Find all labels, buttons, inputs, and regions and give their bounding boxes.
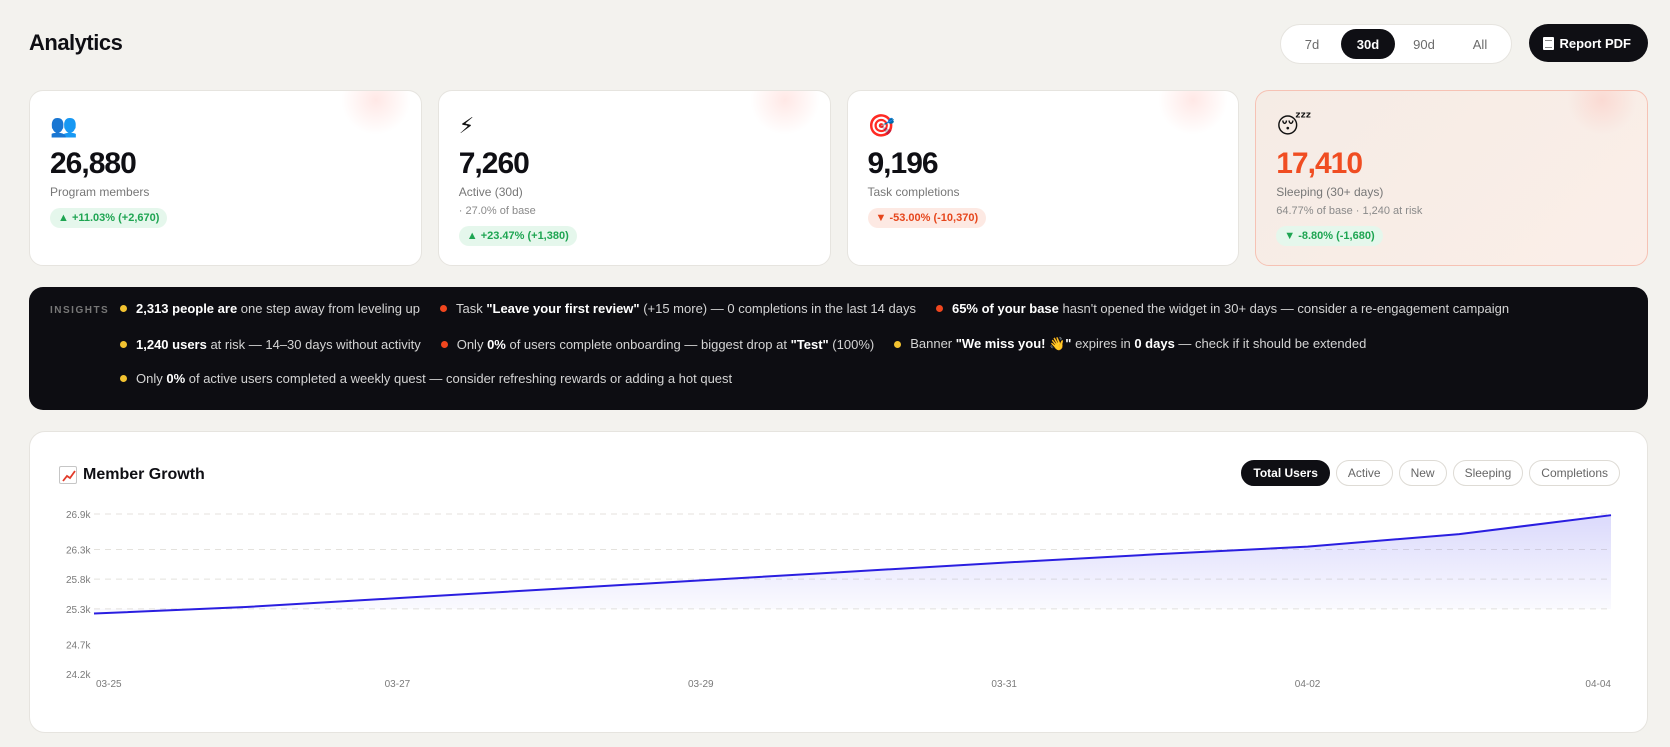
date-range-selector: 7d 30d 90d All bbox=[1280, 24, 1512, 64]
y-tick-label: 24.7k bbox=[66, 640, 91, 651]
y-tick-label: 26.3k bbox=[66, 546, 91, 557]
severity-dot-icon bbox=[120, 375, 127, 382]
x-tick-label: 03-25 bbox=[96, 679, 122, 690]
insight-text: Only 0% of users complete onboarding — b… bbox=[456, 336, 875, 352]
insight-item[interactable]: 1,240 users at risk — 14–30 days without… bbox=[120, 336, 421, 352]
tab-total-users[interactable]: Total Users bbox=[1241, 460, 1330, 486]
y-tick-label: 25.3k bbox=[66, 605, 91, 616]
member-growth-title-text: Member Growth bbox=[83, 466, 205, 483]
severity-dot-icon bbox=[894, 340, 902, 348]
x-tick-label: 03-29 bbox=[688, 679, 714, 690]
card-active[interactable]: ⚡ 7,260 Active (30d) · 27.0% of base ▲ +… bbox=[437, 90, 831, 266]
card-sleeping[interactable]: 😴 17,410 Sleeping (30+ days) 64.77% of b… bbox=[1255, 90, 1648, 266]
document-icon bbox=[1542, 36, 1554, 50]
card-value: 7,260 bbox=[458, 147, 530, 180]
card-subtext: 64.77% of base · 1,240 at risk bbox=[1276, 205, 1423, 217]
insight-item[interactable]: 2,313 people are one step away from leve… bbox=[120, 301, 420, 316]
card-value: 17,410 bbox=[1276, 147, 1363, 180]
card-value: 26,880 bbox=[50, 147, 137, 180]
insight-text: 2,313 people are one step away from leve… bbox=[136, 301, 420, 316]
card-subtext: · 27.0% of base bbox=[458, 205, 536, 217]
insight-text: 1,240 users at risk — 14–30 days without… bbox=[136, 336, 421, 352]
range-option-7d[interactable]: 7d bbox=[1285, 29, 1339, 59]
insight-item[interactable]: Only 0% of users complete onboarding — b… bbox=[440, 336, 875, 352]
y-tick-label: 24.2k bbox=[66, 670, 91, 681]
severity-dot-icon bbox=[440, 340, 448, 348]
insights-panel: INSIGHTS 2,313 people are one step away … bbox=[29, 287, 1648, 410]
delta-badge: ▼ -53.00% (-10,370) bbox=[867, 208, 987, 228]
range-option-all[interactable]: All bbox=[1453, 29, 1507, 59]
x-tick-label: 03-27 bbox=[385, 679, 411, 690]
busts-in-silhouette-icon: 👥 bbox=[50, 113, 78, 138]
range-option-90d[interactable]: 90d bbox=[1397, 29, 1451, 59]
insight-text: Task "Leave your first review" (+15 more… bbox=[456, 301, 916, 316]
insights-title: INSIGHTS bbox=[50, 305, 110, 316]
x-tick-label: 03-31 bbox=[991, 679, 1017, 690]
card-label: Program members bbox=[50, 185, 150, 199]
y-tick-label: 25.8k bbox=[66, 575, 91, 586]
sleeping-face-icon: 😴 bbox=[1276, 113, 1312, 138]
tab-new[interactable]: New bbox=[1398, 460, 1447, 486]
card-value: 9,196 bbox=[867, 147, 939, 180]
tab-completions[interactable]: Completions bbox=[1529, 460, 1620, 486]
tab-sleeping[interactable]: Sleeping bbox=[1452, 460, 1524, 486]
card-label: Active (30d) bbox=[458, 185, 523, 199]
metric-tabs: Total Users Active New Sleeping Completions bbox=[1241, 460, 1620, 486]
page-header: Analytics 7d 30d 90d All Report PDF bbox=[29, 22, 1648, 64]
series-area bbox=[94, 515, 1611, 614]
insight-text: Banner "We miss you! 👋" expires in 0 day… bbox=[910, 336, 1367, 351]
x-tick-label: 04-02 bbox=[1295, 679, 1321, 690]
report-pdf-label: Report PDF bbox=[1559, 35, 1632, 51]
kpi-cards: 👥 26,880 Program members ▲ +11.03% (+2,6… bbox=[29, 90, 1648, 266]
card-label: Sleeping (30+ days) bbox=[1276, 185, 1384, 199]
range-option-30d[interactable]: 30d bbox=[1341, 29, 1395, 59]
member-growth-title: Member Growth bbox=[59, 466, 205, 484]
insight-row: Only 0% of active users completed a week… bbox=[120, 371, 732, 386]
insight-row: 2,313 people are one step away from leve… bbox=[120, 301, 1509, 316]
report-pdf-button[interactable]: Report PDF bbox=[1528, 24, 1648, 62]
delta-badge: ▼ -8.80% (-1,680) bbox=[1276, 226, 1383, 246]
x-tick-label: 04-04 bbox=[1585, 679, 1611, 690]
severity-dot-icon bbox=[440, 305, 447, 312]
delta-badge: ▲ +23.47% (+1,380) bbox=[458, 226, 577, 246]
severity-dot-icon bbox=[120, 305, 127, 312]
insight-text: Only 0% of active users completed a week… bbox=[136, 371, 733, 386]
target-icon: 🎯 bbox=[867, 113, 895, 138]
card-program-members[interactable]: 👥 26,880 Program members ▲ +11.03% (+2,6… bbox=[29, 90, 422, 266]
insight-item[interactable]: Task "Leave your first review" (+15 more… bbox=[440, 301, 916, 316]
card-label: Task completions bbox=[867, 185, 960, 199]
severity-dot-icon bbox=[120, 340, 127, 348]
page-title: Analytics bbox=[29, 30, 123, 55]
member-growth-panel: 26.9k 26.3k 25.8k 25.3k 24.7k 24.2k 03-25 03-27… bbox=[29, 431, 1648, 733]
card-task-completions[interactable]: 🎯 9,196 Task completions ▼ -53.00% (-10,… bbox=[846, 90, 1240, 266]
lightning-icon: ⚡ bbox=[458, 113, 475, 138]
chart-increasing-icon bbox=[59, 466, 77, 484]
insight-item[interactable]: Banner "We miss you! 👋" expires in 0 day… bbox=[894, 336, 1366, 352]
tab-active[interactable]: Active bbox=[1335, 460, 1393, 486]
delta-badge: ▲ +11.03% (+2,670) bbox=[50, 208, 168, 228]
insight-item[interactable]: Only 0% of active users completed a week… bbox=[120, 371, 732, 386]
y-tick-label: 26.9k bbox=[66, 510, 91, 521]
insight-item[interactable]: 65% of your base hasn't opened the widge… bbox=[935, 301, 1510, 316]
insight-text: 65% of your base hasn't opened the widge… bbox=[951, 301, 1510, 316]
insight-row: 1,240 users at risk — 14–30 days without… bbox=[120, 336, 1366, 352]
severity-dot-icon bbox=[935, 305, 943, 312]
